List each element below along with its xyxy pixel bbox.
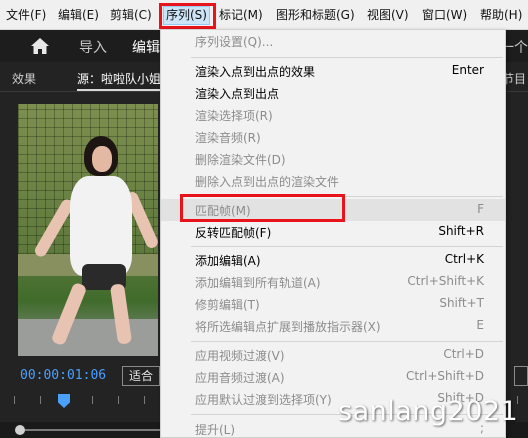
program-fit-select[interactable]: [514, 366, 528, 386]
menu-item-render-audio[interactable]: 渲染音频(R): [161, 126, 505, 148]
menu-item-label: 修剪编辑(T): [195, 298, 260, 312]
menu-item-label: 序列设置(Q)...: [195, 35, 274, 49]
zoom-scroll-handle[interactable]: [15, 425, 25, 435]
menu-item-label: 应用默认过渡到选择项(Y): [195, 393, 332, 407]
menu-separator: [191, 246, 503, 247]
menu-view[interactable]: 视图(V): [367, 5, 409, 25]
menu-item-label: 删除入点到出点的渲染文件: [195, 175, 340, 189]
menu-file[interactable]: 文件(F): [6, 5, 46, 25]
menu-item-label: 渲染入点到出点的效果: [195, 65, 316, 79]
menu-item-shortcut: Shift+R: [438, 224, 484, 238]
menu-item-label: 应用音频过渡(A): [195, 371, 285, 385]
menu-item-shortcut: Ctrl+Shift+K: [407, 274, 484, 288]
menu-item-label: 反转匹配帧(F): [195, 226, 272, 240]
menu-item-label: 将所选编辑点扩展到播放指示器(X): [195, 320, 381, 334]
menu-item-trim-edit[interactable]: 修剪编辑(T) Shift+T: [161, 293, 505, 315]
zoom-scroll-track[interactable]: [25, 429, 165, 431]
ruler-tick: [40, 396, 41, 404]
sequence-menu-dropdown: 序列设置(Q)... 渲染入点到出点的效果 Enter 渲染入点到出点 渲染选择…: [160, 29, 506, 438]
video-field: [18, 319, 158, 356]
ruler-tick: [118, 396, 119, 404]
menu-item-apply-video-transition[interactable]: 应用视频过渡(V) Ctrl+D: [161, 344, 505, 366]
menu-graphics-titles[interactable]: 图形和标题(G): [276, 5, 355, 25]
menu-separator: [191, 57, 503, 58]
menu-item-shortcut: F: [477, 202, 484, 216]
menu-item-apply-audio-transition[interactable]: 应用音频过渡(A) Ctrl+Shift+D: [161, 366, 505, 388]
menu-item-label: 渲染入点到出点: [195, 87, 280, 101]
menu-item-reverse-match-frame[interactable]: 反转匹配帧(F) Shift+R: [161, 221, 505, 243]
menu-window[interactable]: 窗口(W): [422, 5, 467, 25]
menu-item-shortcut: E: [476, 318, 484, 332]
menu-item-extend-edit-to-playhead[interactable]: 将所选编辑点扩展到播放指示器(X) E: [161, 315, 505, 337]
menu-item-render-selection[interactable]: 渲染选择项(R): [161, 104, 505, 126]
menu-item-label: 应用视频过渡(V): [195, 349, 285, 363]
menu-item-shortcut: Enter: [451, 63, 484, 77]
ruler-tick: [14, 396, 15, 404]
menu-item-delete-render-files-in-to-out[interactable]: 删除入点到出点的渲染文件: [161, 170, 505, 192]
match-frame-highlight-box: [180, 194, 345, 222]
menu-item-sequence-settings[interactable]: 序列设置(Q)...: [161, 30, 505, 52]
menu-item-shortcut: Shift+T: [439, 296, 484, 310]
menu-item-label: 渲染选择项(R): [195, 109, 273, 123]
menu-item-label: 渲染音频(R): [195, 131, 261, 145]
menu-edit[interactable]: 编辑(E): [58, 5, 99, 25]
menu-bar: 文件(F) 编辑(E) 剪辑(C) 序列(S) 标记(M) 图形和标题(G) 视…: [0, 0, 528, 30]
menu-item-shortcut: Ctrl+K: [444, 252, 484, 266]
workspace-tab-import[interactable]: 导入: [79, 37, 107, 57]
workspace-tab-edit[interactable]: 编辑: [132, 37, 160, 57]
menu-markers[interactable]: 标记(M): [219, 5, 263, 25]
video-figure-body: [70, 176, 132, 276]
menu-item-add-edit[interactable]: 添加编辑(A) Ctrl+K: [161, 249, 505, 271]
menu-item-label: 添加编辑(A): [195, 254, 261, 268]
menu-clip[interactable]: 剪辑(C): [110, 5, 152, 25]
menu-item-shortcut: Ctrl+D: [443, 347, 484, 361]
home-icon[interactable]: [30, 37, 50, 55]
menu-item-render-in-to-out[interactable]: 渲染入点到出点: [161, 82, 505, 104]
menu-item-shortcut: Ctrl+Shift+D: [406, 369, 484, 383]
menu-separator: [191, 341, 503, 342]
menu-item-render-effects-in-to-out[interactable]: 渲染入点到出点的效果 Enter: [161, 60, 505, 82]
menu-item-add-edit-all-tracks[interactable]: 添加编辑到所有轨道(A) Ctrl+Shift+K: [161, 271, 505, 293]
menu-highlight-box: [159, 3, 216, 29]
menu-item-delete-render-files[interactable]: 删除渲染文件(D): [161, 148, 505, 170]
menu-help[interactable]: 帮助(H): [480, 5, 522, 25]
zoom-fit-select[interactable]: 适合: [122, 366, 160, 386]
watermark-text: sanlang2021: [338, 396, 519, 427]
menu-item-label: 添加编辑到所有轨道(A): [195, 276, 321, 290]
playhead-timecode[interactable]: 00:00:01:06: [20, 368, 106, 383]
effects-tab[interactable]: 效果: [12, 70, 36, 87]
video-figure-face: [92, 146, 112, 172]
source-video-frame: [18, 104, 158, 356]
ruler-tick: [92, 396, 93, 404]
source-tab[interactable]: 源：啦啦队小姐: [77, 70, 162, 91]
menu-item-label: 提升(L): [195, 423, 236, 437]
ruler-tick: [144, 396, 145, 404]
menu-item-label: 删除渲染文件(D): [195, 153, 286, 167]
